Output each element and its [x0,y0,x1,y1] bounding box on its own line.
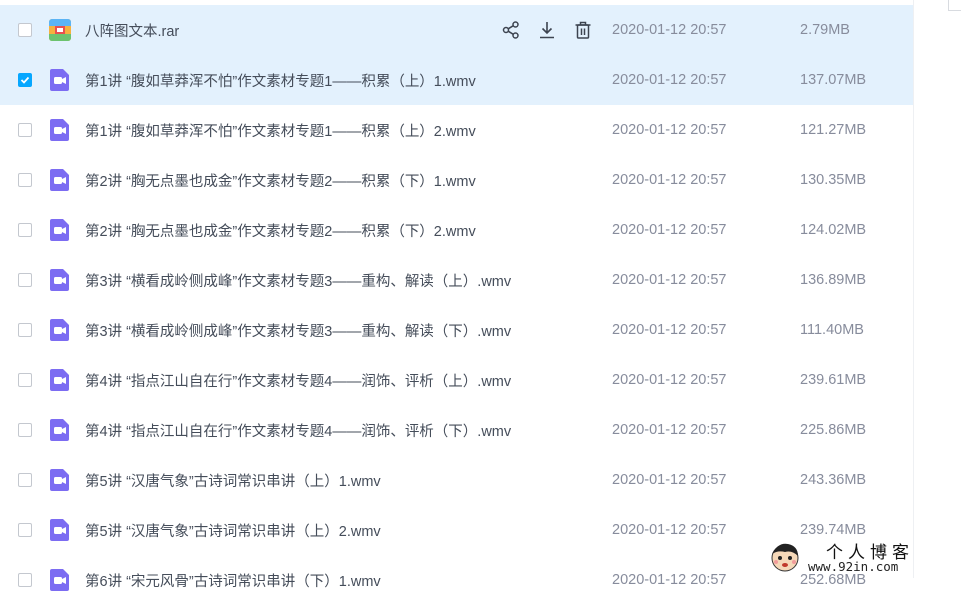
mascot-logo [771,543,799,572]
download-icon[interactable] [536,19,558,41]
row-checkbox[interactable] [18,573,32,587]
row-checkbox[interactable] [18,23,32,37]
file-size: 136.89MB [800,272,867,288]
row-actions [500,19,594,41]
file-size: 121.27MB [800,122,867,138]
file-row[interactable]: 第3讲 “横看成岭侧成峰”作文素材专题3——重构、解读（下）.wmv 2020-0… [0,305,913,355]
video-file-icon [48,368,72,392]
watermark-url: www.92in.com [808,559,899,574]
file-size: 239.74MB [800,522,867,538]
file-date: 2020-01-12 20:57 [612,572,727,588]
file-row[interactable]: 第4讲 “指点江山自在行”作文素材专题4——润饰、评析（上）.wmv 2020-0… [0,355,913,405]
file-name[interactable]: 第2讲 “胸无点墨也成金”作文素材专题2——积累（下）2.wmv [85,220,476,241]
file-date: 2020-01-12 20:57 [612,472,727,488]
video-file-icon [48,118,72,142]
row-checkbox[interactable] [18,123,32,137]
video-file-icon [48,518,72,542]
file-name[interactable]: 第2讲 “胸无点墨也成金”作文素材专题2——积累（下）1.wmv [85,170,476,191]
video-file-icon [48,218,72,242]
row-checkbox[interactable] [18,223,32,237]
file-name[interactable]: 第3讲 “横看成岭侧成峰”作文素材专题3——重构、解读（下）.wmv [85,320,511,341]
video-file-icon [48,68,72,92]
archive-file-icon [48,18,72,42]
file-size: 225.86MB [800,422,867,438]
file-row[interactable]: 八阵图文本.rar 2020-01-12 20:57 2.79MB [0,5,913,55]
file-row[interactable]: 第2讲 “胸无点墨也成金”作文素材专题2——积累（下）1.wmv 2020-01-… [0,155,913,205]
row-checkbox[interactable] [18,423,32,437]
row-checkbox[interactable] [18,473,32,487]
file-name[interactable]: 第5讲 “汉唐气象”古诗词常识串讲（上）1.wmv [85,470,381,491]
file-date: 2020-01-12 20:57 [612,372,727,388]
file-name[interactable]: 八阵图文本.rar [85,20,179,41]
video-file-icon [48,318,72,342]
video-file-icon [48,168,72,192]
file-row[interactable]: 第5讲 “汉唐气象”古诗词常识串讲（上）1.wmv 2020-01-12 20:5… [0,455,913,505]
row-checkbox[interactable] [18,323,32,337]
list-right-border [913,0,914,578]
file-name[interactable]: 第1讲 “腹如草莽浑不怕”作文素材专题1——积累（上）2.wmv [85,120,476,141]
file-row[interactable]: 第3讲 “横看成岭侧成峰”作文素材专题3——重构、解读（上）.wmv 2020-0… [0,255,913,305]
file-list: 八阵图文本.rar 2020-01-12 20:57 2.79MB 第1讲 “腹如草… [0,5,913,605]
trash-icon[interactable] [572,19,594,41]
file-size: 2.79MB [800,22,850,38]
row-checkbox[interactable] [18,373,32,387]
video-file-icon [48,418,72,442]
row-checkbox[interactable] [18,273,32,287]
file-row[interactable]: 第1讲 “腹如草莽浑不怕”作文素材专题1——积累（上）2.wmv 2020-01-… [0,105,913,155]
file-size: 130.35MB [800,172,867,188]
video-file-icon [48,268,72,292]
file-date: 2020-01-12 20:57 [612,122,727,138]
file-date: 2020-01-12 20:57 [612,422,727,438]
file-row[interactable]: 第2讲 “胸无点墨也成金”作文素材专题2——积累（下）2.wmv 2020-01-… [0,205,913,255]
file-size: 243.36MB [800,472,867,488]
row-checkbox[interactable] [18,523,32,537]
file-name[interactable]: 第3讲 “横看成岭侧成峰”作文素材专题3——重构、解读（上）.wmv [85,270,511,291]
corner-control [948,0,961,11]
file-date: 2020-01-12 20:57 [612,522,727,538]
file-name[interactable]: 第5讲 “汉唐气象”古诗词常识串讲（上）2.wmv [85,520,381,541]
row-checkbox[interactable] [18,173,32,187]
file-row[interactable]: 第4讲 “指点江山自在行”作文素材专题4——润饰、评析（下）.wmv 2020-0… [0,405,913,455]
file-name[interactable]: 第6讲 “宋元风骨”古诗词常识串讲（下）1.wmv [85,570,381,591]
file-date: 2020-01-12 20:57 [612,322,727,338]
file-size: 124.02MB [800,222,867,238]
file-size: 137.07MB [800,72,867,88]
file-date: 2020-01-12 20:57 [612,272,727,288]
file-name[interactable]: 第4讲 “指点江山自在行”作文素材专题4——润饰、评析（下）.wmv [85,420,511,441]
file-date: 2020-01-12 20:57 [612,22,727,38]
watermark: 个人博客 www.92in.com [768,538,961,578]
file-size: 239.61MB [800,372,867,388]
share-icon[interactable] [500,19,522,41]
file-size: 111.40MB [800,322,864,338]
video-file-icon [48,568,72,592]
video-file-icon [48,468,72,492]
file-row[interactable]: 第1讲 “腹如草莽浑不怕”作文素材专题1——积累（上）1.wmv 2020-01-… [0,55,913,105]
row-checkbox[interactable] [18,73,32,87]
file-date: 2020-01-12 20:57 [612,222,727,238]
file-date: 2020-01-12 20:57 [612,172,727,188]
file-name[interactable]: 第1讲 “腹如草莽浑不怕”作文素材专题1——积累（上）1.wmv [85,70,476,91]
file-date: 2020-01-12 20:57 [612,72,727,88]
file-name[interactable]: 第4讲 “指点江山自在行”作文素材专题4——润饰、评析（上）.wmv [85,370,511,391]
